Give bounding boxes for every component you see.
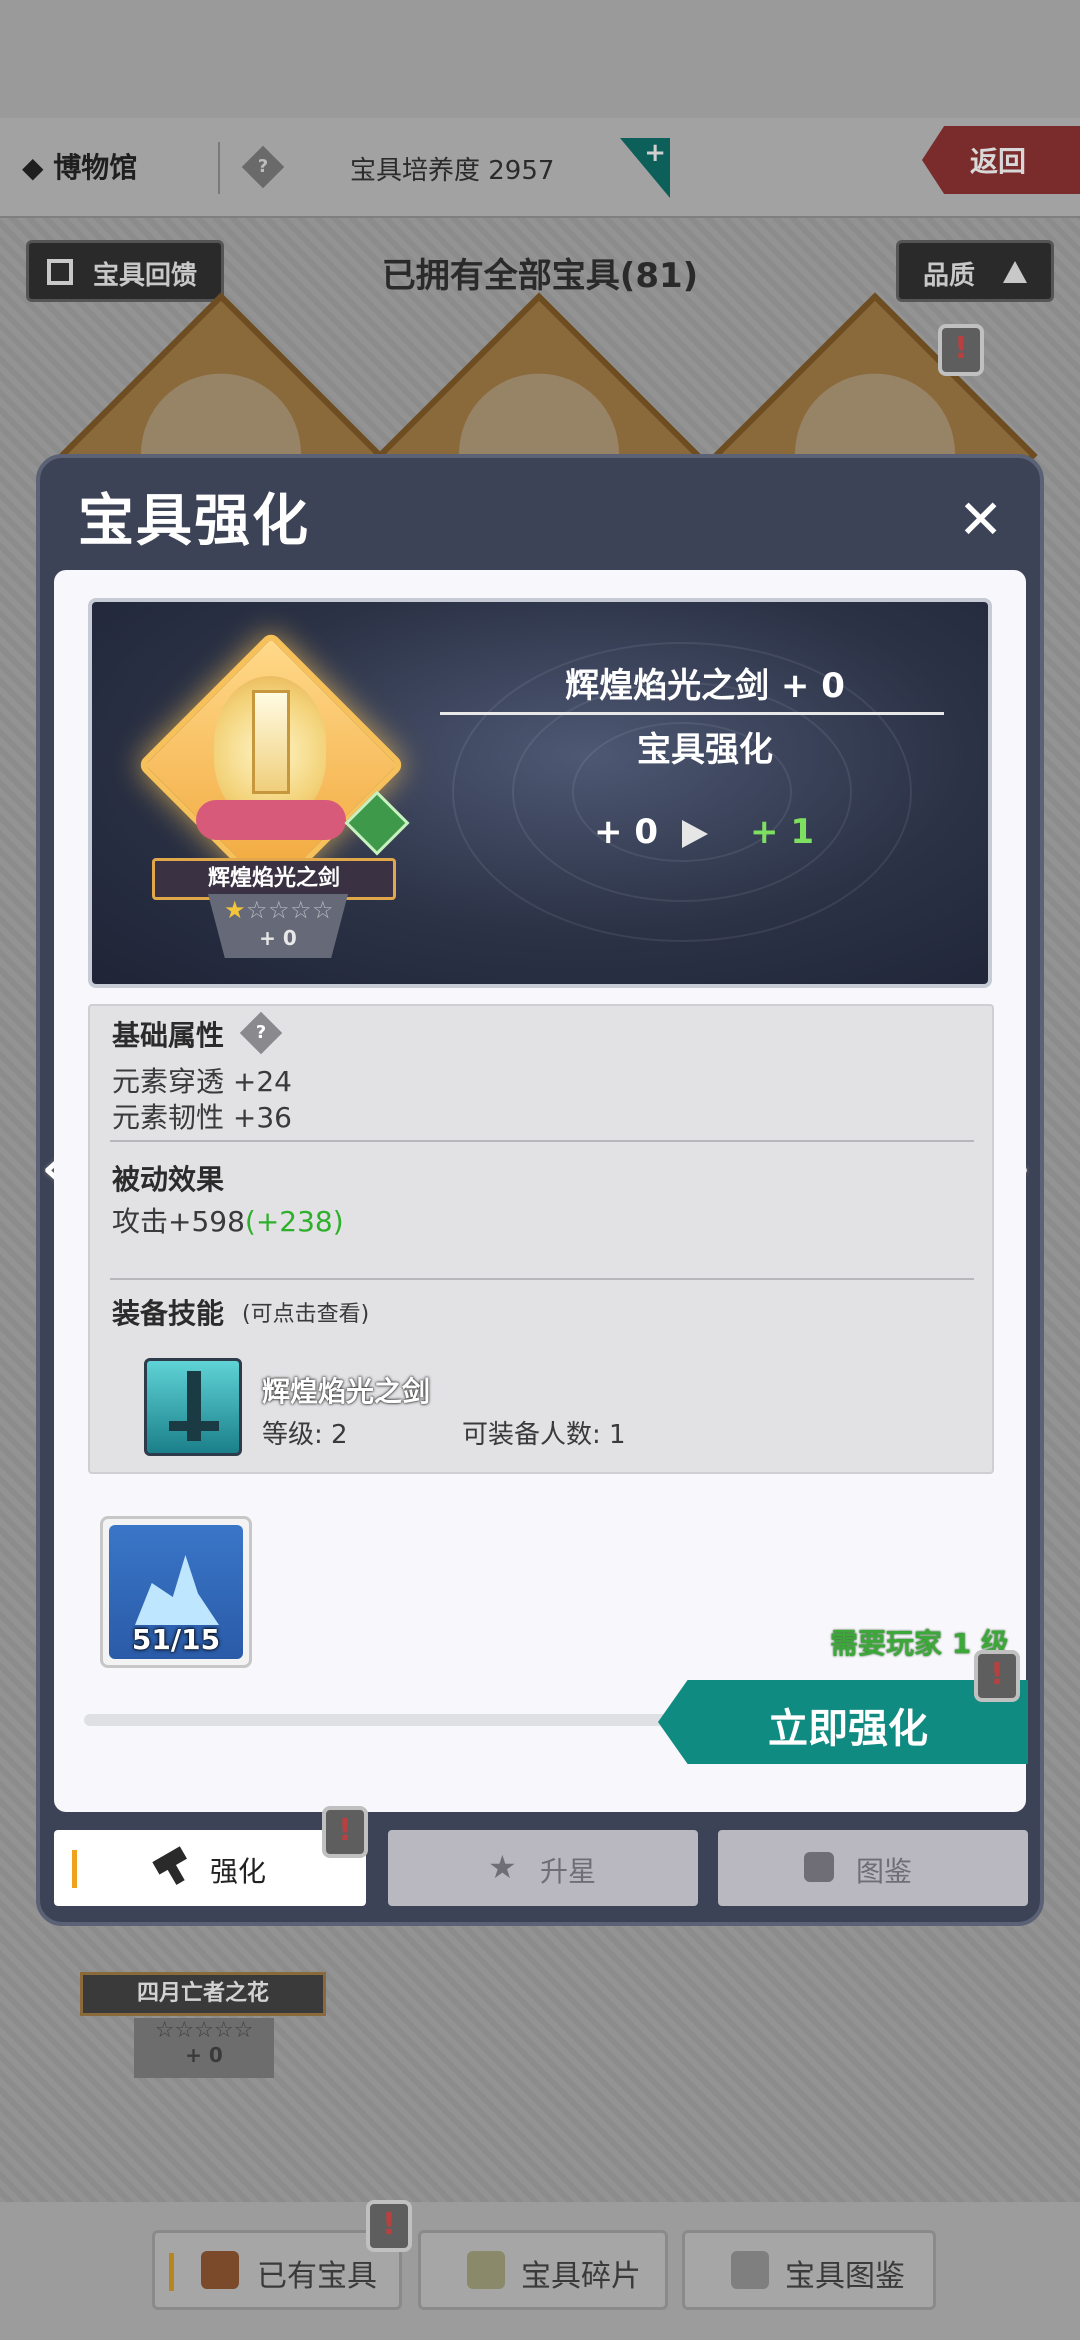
divider — [110, 1278, 974, 1280]
skill-hint: (可点击查看) — [242, 1302, 370, 1327]
skill-equip-count: 可装备人数: 1 — [462, 1420, 626, 1450]
bottom-tab-fragments-label: 宝具碎片 — [521, 2259, 641, 2294]
divider — [218, 142, 220, 194]
help-icon[interactable]: ? — [241, 145, 285, 189]
hero-subtitle: 宝具强化 — [637, 730, 773, 770]
tab-star-up[interactable]: ★ 升星 — [388, 1830, 698, 1906]
progress-track — [84, 1714, 684, 1726]
arrow-right-icon — [682, 820, 708, 848]
star-icon: ★ — [488, 1848, 517, 1886]
active-marker — [169, 2253, 174, 2291]
level-from: + 0 — [594, 812, 658, 852]
background-item-name: 四月亡者之花 — [80, 1972, 326, 2016]
artifact-name-level: 辉煌焰光之剑 + 0 — [565, 666, 845, 706]
nurture-score: 宝具培养度 2957 — [350, 156, 555, 186]
close-icon[interactable]: ✕ — [958, 488, 1003, 551]
alert-icon: ! — [974, 1650, 1020, 1702]
skill-title: 装备技能 — [112, 1297, 225, 1330]
modal-title: 宝具强化 — [78, 489, 310, 554]
quality-label: 品质 — [923, 261, 976, 291]
alert-icon: ! — [322, 1806, 368, 1858]
base-attr-line: 元素穿透 +24 — [112, 1065, 292, 1098]
hammer-icon — [152, 1846, 196, 1890]
active-marker — [72, 1850, 77, 1888]
skill-name[interactable]: 辉煌焰光之剑 — [262, 1370, 430, 1410]
back-label: 返回 — [970, 145, 1027, 178]
quality-sort-button[interactable]: 品质 — [896, 240, 1054, 302]
fragments-icon — [467, 2251, 505, 2289]
scroll-icon — [731, 2251, 769, 2289]
tab-enhance-label: 强化 — [210, 1855, 267, 1888]
help-icon[interactable]: ? — [239, 1011, 283, 1055]
skill-sword-icon[interactable] — [144, 1358, 242, 1456]
passive-effect: 攻击+598(+238) — [112, 1205, 344, 1238]
artifact-plus-level: + 0 — [259, 926, 297, 950]
crystal-icon — [135, 1555, 219, 1625]
divider — [110, 1140, 974, 1142]
triangle-up-icon — [1003, 261, 1027, 283]
bottom-tab-owned[interactable]: 已有宝具 — [152, 2230, 402, 2310]
cards-icon — [804, 1852, 834, 1882]
back-button[interactable]: 返回 — [922, 126, 1080, 194]
tab-atlas[interactable]: 图鉴 — [718, 1830, 1028, 1906]
chest-icon — [201, 2251, 239, 2289]
material-slot[interactable]: 51/15 — [100, 1516, 252, 1668]
tab-atlas-label: 图鉴 — [856, 1855, 913, 1888]
artifact-name: 辉煌焰光之剑 — [152, 858, 396, 900]
tab-star-up-label: 升星 — [540, 1855, 597, 1888]
material-count: 51/15 — [131, 1623, 221, 1656]
enhance-now-button[interactable]: 立即强化 — [658, 1680, 1028, 1764]
skill-level: 等级: 2 — [262, 1420, 348, 1450]
hero-divider — [440, 712, 944, 715]
bottom-tab-owned-label: 已有宝具 — [257, 2259, 377, 2294]
background-item-stars: ☆☆☆☆☆ + 0 — [134, 2018, 274, 2078]
enhance-now-label: 立即强化 — [768, 1706, 928, 1752]
alert-icon: ! — [366, 2200, 412, 2252]
base-attr-line: 元素韧性 +36 — [112, 1101, 292, 1134]
bottom-tab-atlas[interactable]: 宝具图鉴 — [682, 2230, 936, 2310]
passive-title: 被动效果 — [112, 1163, 225, 1196]
bottom-tab-atlas-label: 宝具图鉴 — [785, 2259, 905, 2294]
artifact-gem — [196, 800, 346, 840]
alert-icon: ! — [938, 324, 984, 376]
bottom-tab-fragments[interactable]: 宝具碎片 — [418, 2230, 668, 2310]
level-to: + 1 — [750, 812, 814, 852]
page-title: ◆ 博物馆 — [22, 151, 138, 184]
passive-bonus: (+238) — [244, 1205, 344, 1238]
base-attr-title: 基础属性 — [112, 1019, 225, 1052]
tab-enhance[interactable]: 强化 — [54, 1830, 366, 1906]
